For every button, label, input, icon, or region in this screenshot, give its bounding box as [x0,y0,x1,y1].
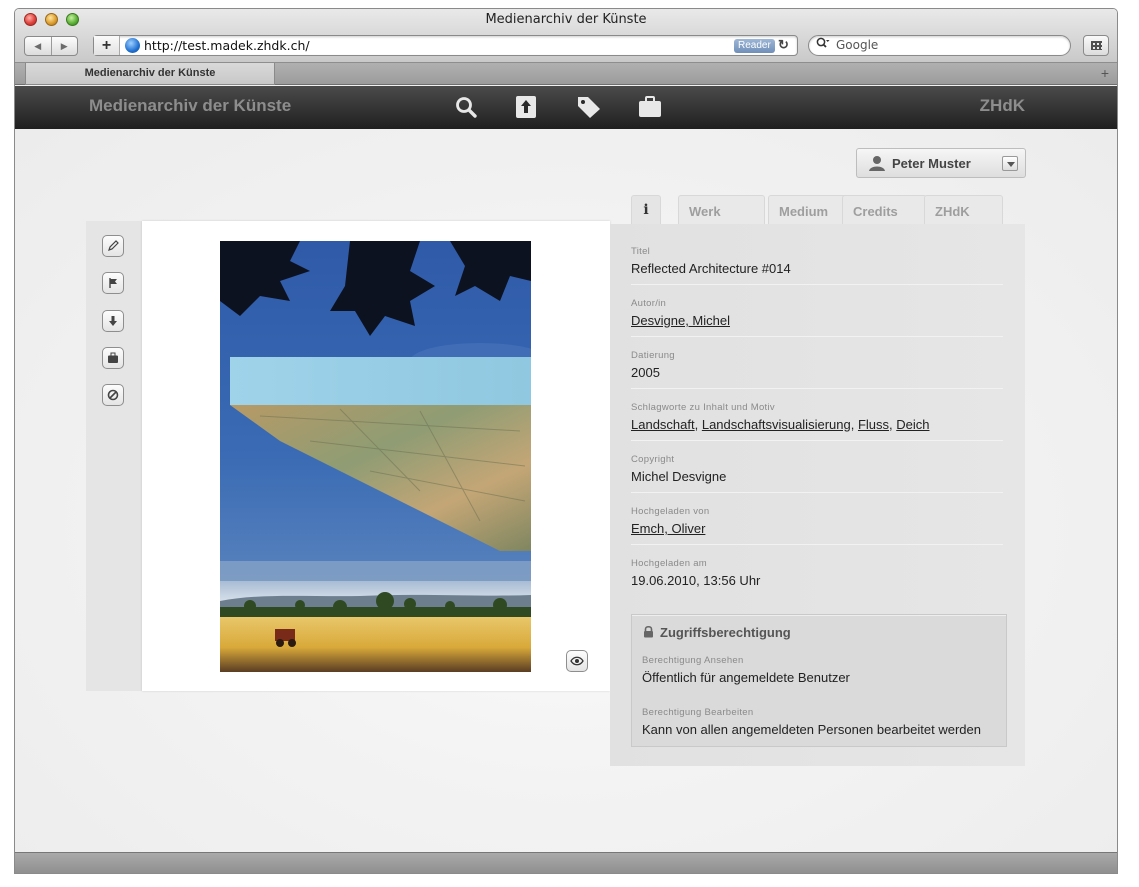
field-author: Autor/in Desvigne, Michel [631,298,1003,328]
field-date: Datierung 2005 [631,350,1003,380]
media-preview-panel [142,221,610,691]
tag-icon[interactable] [576,94,602,120]
download-icon [109,316,117,326]
tab-werk[interactable]: Werk [678,195,765,225]
tab-medium[interactable]: Medium [768,195,853,225]
field-label: Hochgeladen am [631,558,708,569]
divider [631,388,1003,389]
divider [631,492,1003,493]
reload-icon[interactable]: ↻ [778,37,789,53]
field-value: Öffentlich für angemeldete Benutzer [642,670,850,685]
address-bar[interactable]: + http://test.madek.zhdk.ch/ Reader ↻ [93,35,798,56]
tab-credits[interactable]: Credits [842,195,927,225]
browser-search-field[interactable]: Google [808,35,1071,56]
search-icon [816,37,830,52]
browser-tab[interactable]: Medienarchiv der Künste [25,63,275,85]
keyword-link[interactable]: Landschaftsvisualisierung [702,417,851,432]
browser-tabbar: Medienarchiv der Künste + [15,63,1117,85]
edit-button[interactable] [102,235,124,257]
browser-titlebar: Medienarchiv der Künste ◀ ▶ + http://tes… [15,9,1117,63]
history-nav: ◀ ▶ [24,36,78,56]
field-copyright: Copyright Michel Desvigne [631,454,1003,484]
field-label: Copyright [631,454,675,465]
user-menu-button[interactable]: Peter Muster [856,148,1026,178]
uploader-link[interactable]: Emch, Oliver [631,521,705,536]
download-button[interactable] [102,310,124,332]
url-text[interactable]: http://test.madek.zhdk.ch/ [144,38,310,53]
search-icon[interactable] [453,94,479,120]
back-icon[interactable]: ◀ [25,37,52,55]
field-label: Autor/in [631,298,667,309]
divider [631,544,1003,545]
app-title[interactable]: Medienarchiv der Künste [89,96,291,116]
keyword-link[interactable]: Fluss [858,417,889,432]
field-uploaded-at: Hochgeladen am 19.06.2010, 13:56 Uhr [631,558,1003,588]
forward-icon[interactable]: ▶ [52,37,78,55]
field-value: Kann von allen angemeldeten Personen bea… [642,722,981,737]
grid-icon [1090,41,1102,50]
access-permissions-box: Zugriffsberechtigung Berechtigung Ansehe… [631,614,1007,747]
artwork-image[interactable] [220,241,531,672]
field-uploaded-by: Hochgeladen von Emch, Oliver [631,506,1003,536]
block-icon [107,389,119,401]
divider [631,336,1003,337]
divider [631,284,1003,285]
brand-logo[interactable]: ZHdK [980,96,1025,116]
add-to-clipboard-button[interactable] [102,347,124,369]
browser-statusbar [15,852,1117,873]
field-label: Berechtigung Bearbeiten [642,707,754,718]
briefcase-icon [108,352,118,363]
field-value: 19.06.2010, 13:56 Uhr [631,573,761,588]
app-header: Medienarchiv der Künste ZHdK [15,86,1117,129]
new-tab-icon[interactable]: + [1101,65,1109,81]
field-view-permission: Berechtigung Ansehen Öffentlich für ange… [642,655,1014,685]
chevron-down-icon[interactable] [1002,156,1018,171]
metadata-panel: Titel Reflected Architecture #014 Autor/… [610,224,1025,766]
field-label: Berechtigung Ansehen [642,655,744,666]
keyword-link[interactable]: Landschaft [631,417,695,432]
field-title: Titel Reflected Architecture #014 [631,246,1003,276]
field-label: Hochgeladen von [631,506,710,517]
eye-icon [570,656,584,666]
fullscreen-preview-button[interactable] [566,650,588,672]
field-label: Titel [631,246,651,257]
upload-icon[interactable] [513,94,539,120]
tab-info[interactable]: i [631,195,661,226]
field-label: Schlagworte zu Inhalt und Motiv [631,402,775,413]
user-name: Peter Muster [892,156,971,171]
field-edit-permission: Berechtigung Bearbeiten Kann von allen a… [642,707,1014,737]
bookmarks-button[interactable] [1083,35,1109,56]
lock-icon [643,625,654,643]
briefcase-icon[interactable] [637,94,663,120]
globe-icon [125,38,140,53]
edit-icon [108,240,119,251]
main-content: Peter Muster i Werk Medium Credits ZHdK [15,129,1117,854]
reader-button[interactable]: Reader [734,39,775,53]
flag-icon [109,278,117,288]
field-value: Reflected Architecture #014 [631,261,791,276]
delete-button[interactable] [102,384,124,406]
add-bookmark-icon[interactable]: + [94,36,120,55]
field-value: 2005 [631,365,660,380]
media-action-toolbar [86,221,142,691]
divider [631,440,1003,441]
field-keywords: Schlagworte zu Inhalt und Motiv Landscha… [631,402,1003,432]
author-link[interactable]: Desvigne, Michel [631,313,730,328]
access-title: Zugriffsberechtigung [660,625,791,640]
field-value: Michel Desvigne [631,469,727,484]
user-icon [868,155,886,176]
window-title: Medienarchiv der Künste [485,12,647,27]
tab-zhdk[interactable]: ZHdK [924,195,1003,225]
keyword-link[interactable]: Deich [896,417,929,432]
browser-window: Medienarchiv der Künste ◀ ▶ + http://tes… [14,8,1118,874]
flag-button[interactable] [102,272,124,294]
field-label: Datierung [631,350,675,361]
search-placeholder: Google [836,38,879,52]
